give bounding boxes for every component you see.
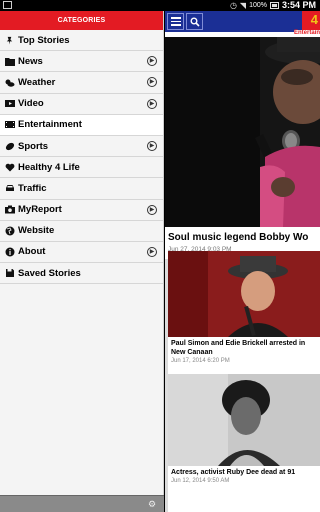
story-caption: Paul Simon and Edie Brickell arrested in… xyxy=(168,337,320,366)
car-icon xyxy=(4,183,15,194)
chevron-right-icon[interactable]: ▶ xyxy=(147,204,157,215)
sidebar-item-myreport[interactable]: MyReport ▶ xyxy=(0,199,163,221)
battery-percent: 100% xyxy=(249,2,267,9)
sidebar-item-saved-stories[interactable]: Saved Stories xyxy=(0,263,163,285)
story-thumbnail xyxy=(168,251,320,337)
sidebar-item-label: Weather xyxy=(18,76,56,88)
sidebar-item-video[interactable]: Video ▶ xyxy=(0,93,163,115)
heart-icon xyxy=(4,162,15,173)
station-logo: 4 xyxy=(302,11,320,32)
info-icon xyxy=(4,246,15,257)
sidebar-item-website[interactable]: Website xyxy=(0,220,163,242)
folder-icon xyxy=(4,56,15,67)
drawer-footer: ⚙ xyxy=(0,495,164,512)
category-menu: Top Stories News ▶ Weather ▶ Video ▶ Ent… xyxy=(0,30,163,285)
story-photo xyxy=(168,251,320,337)
chevron-right-icon[interactable]: ▶ xyxy=(147,56,157,67)
settings-gear-icon[interactable]: ⚙ xyxy=(148,499,158,509)
sidebar-item-label: News xyxy=(18,55,43,67)
sidebar-item-label: Top Stories xyxy=(18,34,70,46)
camera-icon xyxy=(4,204,15,215)
sidebar-item-label: MyReport xyxy=(18,204,62,216)
story-caption: Actress, activist Ruby Dee dead at 91 Ju… xyxy=(168,466,320,486)
app-bar: 4 xyxy=(165,11,320,32)
sidebar-item-entertainment[interactable]: Entertainment xyxy=(0,114,163,136)
hero-photo xyxy=(165,37,320,227)
sidebar-item-news[interactable]: News ▶ xyxy=(0,51,163,73)
menu-button[interactable] xyxy=(167,13,184,30)
menu-icon-bar xyxy=(170,24,181,26)
sidebar-item-traffic[interactable]: Traffic xyxy=(0,178,163,200)
save-icon xyxy=(4,268,15,279)
search-icon xyxy=(190,17,200,27)
story-thumbnail xyxy=(168,374,320,466)
hero-title: Soul music legend Bobby Wo xyxy=(168,232,309,243)
globe-icon xyxy=(4,225,15,236)
menu-icon-bar xyxy=(170,17,181,19)
chevron-right-icon[interactable]: ▶ xyxy=(147,77,157,88)
sidebar-item-label: About xyxy=(18,246,46,258)
weather-icon xyxy=(4,77,15,88)
app-screen: ◷ ◥ 100% 3:54 PM CATEGORIES Top Stories … xyxy=(0,0,320,512)
section-label: Entertain xyxy=(293,30,320,36)
sidebar-item-label: Entertainment xyxy=(18,119,82,131)
search-button[interactable] xyxy=(186,13,203,30)
gallery-notification-icon xyxy=(3,1,12,9)
sidebar-item-label: Saved Stories xyxy=(18,267,81,279)
sidebar-item-label: Traffic xyxy=(18,182,47,194)
story-card-paul-simon[interactable]: Paul Simon and Edie Brickell arrested in… xyxy=(168,251,320,377)
battery-icon xyxy=(269,2,279,9)
pin-icon xyxy=(4,35,15,46)
film-icon xyxy=(4,119,15,130)
alarm-icon: ◷ xyxy=(229,1,237,10)
menu-icon-bar xyxy=(170,20,181,23)
categories-drawer: CATEGORIES Top Stories News ▶ Weather ▶ … xyxy=(0,11,164,512)
sidebar-item-label: Website xyxy=(18,225,55,237)
video-icon xyxy=(4,98,15,109)
chevron-right-icon[interactable]: ▶ xyxy=(147,98,157,109)
logo-text: 4 xyxy=(310,12,318,27)
story-photo xyxy=(168,374,320,466)
story-title: Paul Simon and Edie Brickell arrested in… xyxy=(171,340,306,356)
story-feed: 4 Entertain Soul music legend Bobby Wo J… xyxy=(165,11,320,512)
clock: 3:54 PM xyxy=(281,0,316,10)
chevron-right-icon[interactable]: ▶ xyxy=(147,140,157,151)
hero-image[interactable] xyxy=(165,37,320,227)
drawer-header: CATEGORIES xyxy=(0,11,163,30)
sidebar-item-label: Healthy 4 Life xyxy=(18,161,80,173)
sidebar-item-label: Video xyxy=(18,98,44,110)
story-date: Jun 12, 2014 9:50 AM xyxy=(171,478,230,484)
wifi-icon: ◥ xyxy=(239,1,247,10)
football-icon xyxy=(4,141,15,152)
sidebar-item-top-stories[interactable]: Top Stories xyxy=(0,30,163,52)
sidebar-item-healthy-4-life[interactable]: Healthy 4 Life xyxy=(0,157,163,179)
sidebar-item-about[interactable]: About ▶ xyxy=(0,241,163,264)
status-bar: ◷ ◥ 100% 3:54 PM xyxy=(0,0,320,11)
sidebar-item-sports[interactable]: Sports ▶ xyxy=(0,135,163,158)
story-date: Jun 17, 2014 6:20 PM xyxy=(171,358,230,364)
status-icons: ◷ ◥ 100% 3:54 PM xyxy=(230,0,316,11)
sidebar-item-label: Sports xyxy=(18,140,49,152)
story-title: Actress, activist Ruby Dee dead at 91 xyxy=(171,469,296,476)
sidebar-item-weather[interactable]: Weather ▶ xyxy=(0,72,163,94)
chevron-right-icon[interactable]: ▶ xyxy=(147,246,157,257)
story-card-ruby-dee[interactable]: Actress, activist Ruby Dee dead at 91 Ju… xyxy=(168,374,320,512)
